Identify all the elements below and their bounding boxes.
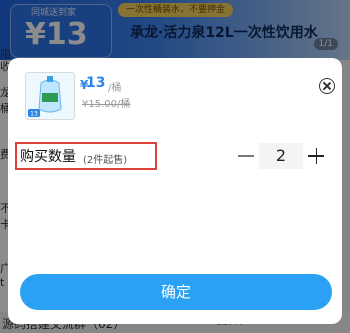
original-price: ¥15.00/桶 <box>82 99 131 110</box>
thumb-badge: 13 <box>30 111 38 118</box>
water-bottle-icon: 13 <box>26 73 74 119</box>
product-thumbnail: 13 <box>25 72 75 120</box>
increase-button[interactable] <box>305 143 327 169</box>
confirm-button[interactable]: 确定 <box>20 274 332 310</box>
price-value: 13 <box>86 75 106 91</box>
close-icon[interactable] <box>319 78 335 94</box>
quantity-sheet: 13 ¥ 13 /桶 ¥15.00/桶 购买数量 (2件起售) 2 确定 <box>8 58 342 324</box>
quantity-note: (2件起售) <box>83 155 128 166</box>
price-unit: /桶 <box>108 83 122 94</box>
quantity-label: 购买数量 <box>20 149 76 165</box>
decrease-button[interactable] <box>235 143 257 169</box>
quantity-input[interactable]: 2 <box>259 143 303 169</box>
